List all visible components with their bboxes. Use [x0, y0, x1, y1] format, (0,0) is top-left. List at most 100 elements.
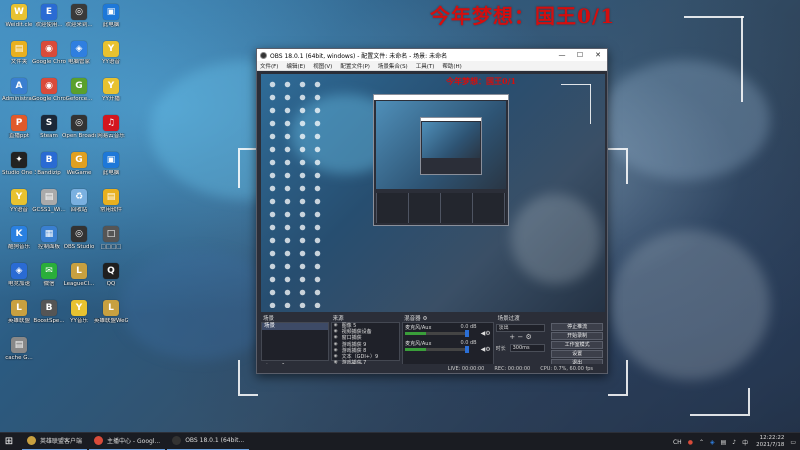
chevron-up-icon[interactable]: ⌃ — [699, 439, 704, 446]
desktop-icon[interactable]: B Bandizip — [32, 152, 66, 176]
desktop-icon-label: Open Broadcast... — [62, 133, 96, 139]
app-icon — [94, 436, 104, 445]
desktop-icon[interactable]: S Steam — [32, 115, 66, 139]
sources-panel: 来源 图像 5视频捕获设备窗口捕获游戏捕获 9游戏捕获 8文本（GDI+）9游戏… — [330, 314, 401, 373]
app-icon: Y — [103, 41, 119, 57]
menu-item[interactable]: 视图(V) — [313, 62, 332, 70]
desktop-icon[interactable]: ♻ 回收站 — [62, 189, 96, 213]
desktop-icon[interactable]: A Administra... — [2, 78, 36, 102]
desktop-icon[interactable]: Y YY开播 — [94, 78, 128, 102]
desktop-icon[interactable]: ▣ 此电脑 — [94, 152, 128, 176]
desktop-icon[interactable]: B BoostSpe... — [32, 300, 66, 324]
network-icon[interactable]: ▤ — [721, 439, 727, 446]
ime-icon[interactable]: 中 — [742, 438, 748, 447]
volume-slider[interactable] — [465, 330, 470, 337]
taskbar-item[interactable]: 英雄联盟客户端 — [22, 433, 88, 450]
maximize-icon[interactable]: ☐ — [571, 49, 589, 61]
close-icon[interactable]: ✕ — [589, 49, 607, 61]
taskbar-item[interactable]: 主播中心 - Googl... — [89, 433, 166, 450]
transition-type-select[interactable]: 淡出 — [495, 324, 546, 332]
gear-icon[interactable]: ⚙ — [525, 333, 531, 341]
speaker-icon[interactable]: ◀⚙ — [481, 346, 491, 353]
volume-slider[interactable] — [465, 346, 470, 353]
menu-item[interactable]: 帮助(H) — [442, 62, 461, 70]
scene-list[interactable]: 场景 — [261, 322, 329, 361]
app-icon: ◈ — [11, 263, 27, 279]
add-icon[interactable]: + — [509, 333, 515, 341]
desktop-icon[interactable]: ◉ Google Chrome — [32, 78, 66, 102]
mixer-header: 混音器 ⚙ — [404, 316, 428, 322]
desktop-icon[interactable]: W Weidit.cle — [2, 4, 36, 28]
obs-preview-canvas[interactable]: 今年梦想：国王0/1 — [261, 74, 605, 312]
desktop-icon[interactable]: Y YY语音 — [94, 41, 128, 65]
control-button[interactable]: 工作室模式 — [551, 341, 603, 349]
shield-icon[interactable]: ◈ — [710, 439, 715, 446]
desktop-icon[interactable]: ◎ 欢迎来到... — [62, 4, 96, 28]
desktop-icon-label: 电竞加速 — [7, 281, 30, 287]
source-list[interactable]: 图像 5视频捕获设备窗口捕获游戏捕获 9游戏捕获 8文本（GDI+）9游戏捕获 … — [330, 322, 401, 373]
transitions-header: 场景过渡 — [497, 316, 520, 322]
desktop-icon-label: GCSS1_Wi... — [32, 207, 66, 213]
preview-overlay-title: 今年梦想：国王0/1 — [446, 76, 517, 86]
desktop-icon[interactable]: ▤ GCSS1_Wi... — [32, 189, 66, 213]
desktop-icon[interactable]: ▤ 常用软件 — [94, 189, 128, 213]
remove-icon[interactable]: − — [517, 333, 523, 341]
app-icon: L — [11, 300, 27, 316]
transition-duration-input[interactable]: 300ms — [509, 344, 546, 352]
scene-item[interactable]: 场景 — [262, 323, 328, 330]
speaker-icon[interactable]: ◀⚙ — [481, 330, 491, 337]
desktop-icon[interactable]: ♫ 网易云音乐 — [94, 115, 128, 139]
app-icon: L — [71, 263, 87, 279]
menu-item[interactable]: 场景集合(S) — [378, 62, 408, 70]
desktop-icon[interactable]: ▦ 控制面板 — [32, 226, 66, 250]
control-button[interactable]: 开始录制 — [551, 332, 603, 340]
control-button[interactable]: 停止推流 — [551, 323, 603, 331]
taskbar-item[interactable]: OBS 18.0.1 (64bit... — [167, 433, 250, 450]
desktop-icon[interactable]: K 酷狗音乐 — [2, 226, 36, 250]
desktop-icon[interactable]: ▣ 此电脑 — [94, 4, 128, 28]
desktop-icon[interactable]: L LeagueCl... — [62, 263, 96, 287]
obs-window[interactable]: OBS 18.0.1 (64bit, windows) - 配置文件: 未命名 … — [256, 48, 608, 374]
desktop-icon[interactable]: ✉ 微信 — [32, 263, 66, 287]
desktop-icon[interactable]: ◎ OBS Studio — [62, 226, 96, 250]
windows-start-icon[interactable]: ⊞ — [0, 433, 18, 450]
desktop-icon[interactable]: L 英雄联盟 — [2, 300, 36, 324]
app-icon: ◉ — [41, 78, 57, 94]
clock[interactable]: 12:22:22 2021/7/18 — [756, 435, 784, 449]
desktop-icon[interactable]: □ □□□□ — [94, 226, 128, 250]
app-icon: L — [103, 300, 119, 316]
desktop-icon[interactable]: Y YY语音 — [2, 189, 36, 213]
controls-panel: 停止推流 开始录制 工作室模式 设置 退出 — [549, 314, 605, 371]
notification-icon[interactable]: ▭ — [790, 439, 796, 446]
mixer-channel: 麦克风/Aux 0.0 dB ◀⚙ — [403, 339, 492, 355]
control-button[interactable]: 设置 — [551, 350, 603, 358]
desktop-icon[interactable]: G WeGame — [62, 152, 96, 176]
menu-item[interactable]: 编辑(E) — [286, 62, 305, 70]
desktop-icon[interactable]: ◈ 电脑管家 — [62, 41, 96, 65]
menu-item[interactable]: 工具(T) — [416, 62, 435, 70]
mixer-channel-name: 麦克风/Aux — [405, 325, 432, 331]
app-icon: Y — [103, 78, 119, 94]
volume-icon[interactable]: ♪ — [732, 439, 736, 446]
desktop-icon[interactable]: Q QQ — [94, 263, 128, 287]
menu-item[interactable]: 配置文件(P) — [340, 62, 370, 70]
tray-app-icon[interactable]: ● — [688, 439, 693, 446]
desktop-icon[interactable]: L 英雄联盟WeGame版 — [94, 300, 128, 324]
desktop-icon[interactable]: ◈ 电竞加速 — [2, 263, 36, 287]
desktop-icon[interactable]: ◉ Google Chrome — [32, 41, 66, 65]
desktop-icon-label: 常用软件 — [99, 207, 122, 213]
desktop-icon[interactable]: Y YY音乐 — [62, 300, 96, 324]
app-icon: G — [71, 78, 87, 94]
desktop-icon[interactable]: E 欢迎使用... — [32, 4, 66, 28]
desktop-icon[interactable]: P 直播ppt — [2, 115, 36, 139]
menu-item[interactable]: 文件(F) — [260, 62, 278, 70]
desktop-icon[interactable]: ▤ cache G... — [2, 337, 36, 361]
obs-titlebar[interactable]: OBS 18.0.1 (64bit, windows) - 配置文件: 未命名 … — [257, 49, 607, 61]
input-language[interactable]: CH — [673, 439, 682, 446]
desktop-icon-label: YY语音 — [102, 59, 120, 65]
desktop-icon[interactable]: ✦ Studio One 3 — [2, 152, 36, 176]
desktop-icon[interactable]: ◎ Open Broadcast... — [62, 115, 96, 139]
desktop-icon[interactable]: ▤ 文件夹 — [2, 41, 36, 65]
minimize-icon[interactable]: — — [553, 49, 571, 61]
desktop-icon[interactable]: G Geforce... — [62, 78, 96, 102]
